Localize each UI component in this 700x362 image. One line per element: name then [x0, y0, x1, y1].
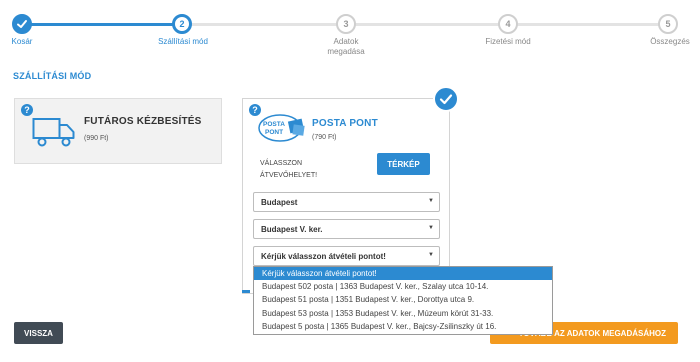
district-select-value: Budapest V. ker.	[261, 224, 323, 234]
pickup-point-select-value: Kérjük válasszon átvételi pontot!	[261, 251, 386, 261]
dropdown-option[interactable]: Budapest 53 posta | 1353 Budapest V. ker…	[254, 307, 552, 320]
dropdown-option[interactable]: Budapest 5 posta | 1365 Budapest V. ker.…	[254, 320, 552, 333]
step-connector-3	[345, 23, 507, 26]
posta-title: POSTA PONT	[312, 118, 378, 129]
step-connector-2	[182, 23, 345, 26]
dropdown-option[interactable]: Kérjük válasszon átvételi pontot!	[254, 267, 552, 281]
truck-icon	[32, 118, 75, 147]
courier-delivery-card[interactable]: ? FUTÁROS KÉZBESÍTÉS (990 Ft)	[14, 98, 222, 164]
city-select[interactable]: Budapest ▼	[253, 192, 440, 212]
city-select-value: Budapest	[261, 197, 298, 207]
back-button[interactable]: VISSZA	[14, 322, 63, 344]
step-3-label: Adatok megadása	[327, 37, 365, 56]
pickup-point-select[interactable]: Kérjük válasszon átvételi pontot! ▼	[253, 246, 440, 266]
step-2-circle: 2	[172, 14, 192, 34]
step-connector-1	[22, 23, 182, 26]
step-connector-4	[507, 23, 668, 26]
selected-check-icon	[433, 86, 459, 112]
pickup-point-dropdown-list[interactable]: Kérjük válasszon átvételi pontot! Budape…	[253, 266, 553, 335]
help-icon[interactable]: ?	[21, 104, 33, 116]
dropdown-option[interactable]: Budapest 502 posta | 1363 Budapest V. ke…	[254, 280, 552, 293]
posta-pont-logo: POSTA PONT	[258, 114, 305, 142]
section-title: SZÁLLÍTÁSI MÓD	[13, 71, 92, 81]
step-1-check-icon[interactable]	[12, 14, 32, 34]
card-selected-accent	[242, 290, 250, 293]
chevron-down-icon: ▼	[428, 252, 434, 258]
posta-price: (790 Ft)	[312, 134, 337, 141]
step-1-label[interactable]: Kosár	[2, 37, 42, 47]
map-button[interactable]: TÉRKÉP	[377, 153, 430, 175]
step-4-label: Fizetési mód	[485, 37, 531, 46]
step-4-circle: 4	[498, 14, 518, 34]
district-select[interactable]: Budapest V. ker. ▼	[253, 219, 440, 239]
logo-text-top: POSTA	[263, 121, 285, 128]
chevron-down-icon: ▼	[428, 198, 434, 204]
step-3-circle: 3	[336, 14, 356, 34]
step-5-circle: 5	[658, 14, 678, 34]
step-2-label: Szállítási mód	[158, 37, 208, 46]
logo-text-bottom: PONT	[265, 129, 283, 136]
step-5-label: Összegzés	[650, 37, 690, 46]
courier-price: (990 Ft)	[84, 135, 109, 142]
dropdown-option[interactable]: Budapest 51 posta | 1351 Budapest V. ker…	[254, 293, 552, 306]
courier-title: FUTÁROS KÉZBESÍTÉS	[84, 116, 202, 127]
choose-pickup-text: VÁLASSZON ÁTVEVŐHELYET!	[260, 160, 318, 179]
chevron-down-icon: ▼	[428, 225, 434, 231]
